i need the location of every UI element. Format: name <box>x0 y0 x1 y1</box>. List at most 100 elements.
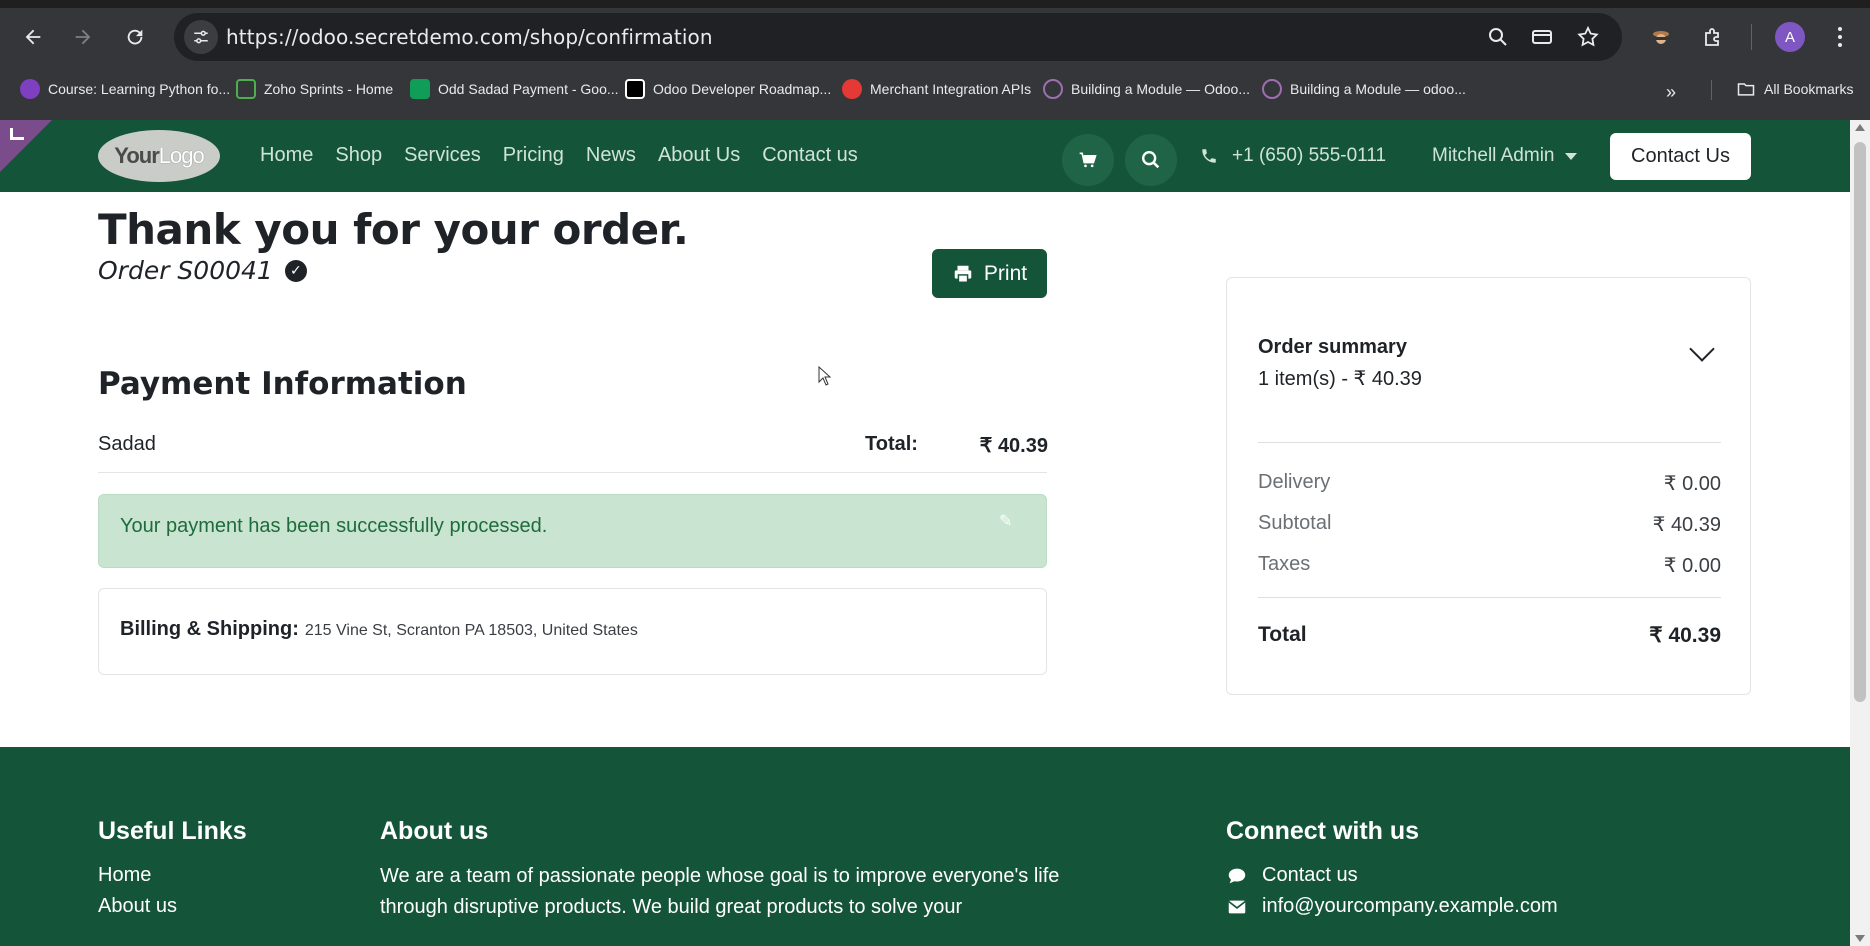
footer-link-about[interactable]: About us <box>98 895 177 918</box>
billing-shipping-text: Billing & Shipping: 215 Vine St, Scranton… <box>120 618 638 641</box>
bookmark-label: Merchant Integration APIs <box>870 81 1032 97</box>
reload-icon <box>127 29 143 45</box>
edit-mode-corner[interactable] <box>0 120 52 172</box>
zoom-icon[interactable] <box>1486 25 1510 49</box>
nav-about-us[interactable]: About Us <box>658 144 740 167</box>
summary-divider <box>1258 597 1721 598</box>
footer-email-link[interactable]: info@yourcompany.example.com <box>1226 895 1558 918</box>
cart-button[interactable] <box>1062 134 1114 186</box>
site-info-icon[interactable] <box>184 20 218 54</box>
phone-number: +1 (650) 555-0111 <box>1232 145 1387 166</box>
folder-icon <box>1737 83 1755 96</box>
page-title: Thank you for your order. <box>98 205 689 254</box>
bookmarks-divider <box>1711 80 1712 100</box>
chevron-down-icon[interactable] <box>1689 336 1715 362</box>
bookmark-star-icon[interactable] <box>1576 25 1600 49</box>
site-logo[interactable]: Your Logo <box>98 130 220 182</box>
bookmark-item[interactable]: Merchant Integration APIs <box>842 76 1031 102</box>
summary-row-value: ₹ 0.00 <box>1663 555 1721 577</box>
all-bookmarks-label: All Bookmarks <box>1764 81 1854 97</box>
bookmark-favicon-icon <box>625 79 645 99</box>
bookmark-item[interactable]: Building a Module — Odoo... <box>1043 76 1250 102</box>
all-bookmarks[interactable]: All Bookmarks <box>1736 76 1853 102</box>
envelope-icon <box>1228 900 1246 913</box>
contact-us-button[interactable]: Contact Us <box>1610 133 1751 180</box>
back-button[interactable] <box>16 20 50 54</box>
payment-success-alert: Your payment has been successfully proce… <box>98 494 1047 568</box>
summary-row-label: Subtotal <box>1258 512 1332 534</box>
main-nav: Home Shop Services Pricing News About Us… <box>260 144 880 167</box>
bookmark-label: Building a Module — odoo... <box>1290 81 1466 97</box>
print-button[interactable]: Print <box>932 249 1047 298</box>
footer-contact-link[interactable]: Contact us <box>1226 864 1358 887</box>
bookmark-label: Zoho Sprints - Home <box>264 81 394 97</box>
nav-home[interactable]: Home <box>260 144 313 167</box>
payment-total-value: ₹ 40.39 <box>979 435 1048 457</box>
billing-shipping-card: Billing & Shipping: 215 Vine St, Scranton… <box>98 588 1047 675</box>
site-footer: Useful Links Home About us About us We a… <box>0 747 1850 946</box>
bookmark-label: Odd Sadad Payment - Goo... <box>438 81 619 97</box>
bookmarks-overflow-icon[interactable]: » <box>1666 82 1676 103</box>
browser-chrome: https://odoo.secretdemo.com/shop/confirm… <box>0 0 1870 120</box>
bookmark-item[interactable]: Course: Learning Python fo... <box>20 76 230 102</box>
scroll-thumb[interactable] <box>1854 142 1866 702</box>
bookmark-label: Course: Learning Python fo... <box>48 81 231 97</box>
card-icon[interactable] <box>1530 25 1554 49</box>
printer-icon <box>954 265 972 283</box>
tab-strip <box>0 0 1870 8</box>
caret-down-icon <box>1564 152 1577 160</box>
url-text[interactable]: https://odoo.secretdemo.com/shop/confirm… <box>226 25 713 49</box>
search-icon <box>1142 151 1160 169</box>
forward-button[interactable] <box>66 20 100 54</box>
summary-row-value: ₹ 0.00 <box>1663 473 1721 495</box>
cart-icon <box>1079 152 1097 168</box>
about-text: We are a team of passionate people whose… <box>380 865 1060 918</box>
bookmarks-bar: Course: Learning Python fo... Zoho Sprin… <box>0 72 1870 106</box>
reload-button[interactable] <box>118 20 152 54</box>
summary-total-row: Total ₹ 40.39 <box>1258 623 1721 648</box>
bookmark-item[interactable]: Building a Module — odoo... <box>1262 76 1466 102</box>
divider <box>98 472 1047 473</box>
nav-news[interactable]: News <box>586 144 636 167</box>
summary-row-value: ₹ 40.39 <box>1652 514 1721 536</box>
phone-icon <box>1202 149 1216 163</box>
billing-address: 215 Vine St, Scranton PA 18503, United S… <box>304 622 638 639</box>
extension-spy-icon[interactable] <box>1644 20 1678 54</box>
order-summary-title[interactable]: Order summary <box>1258 336 1407 359</box>
address-bar[interactable]: https://odoo.secretdemo.com/shop/confirm… <box>174 13 1622 61</box>
extensions-puzzle-icon[interactable] <box>1696 20 1730 54</box>
nav-shop[interactable]: Shop <box>335 144 382 167</box>
summary-divider <box>1258 442 1721 443</box>
bookmark-label: Odoo Developer Roadmap... <box>653 81 832 97</box>
summary-row-taxes: Taxes ₹ 0.00 <box>1258 553 1721 578</box>
bookmark-item[interactable]: Odoo Developer Roadmap... <box>625 76 831 102</box>
header-phone[interactable]: +1 (650) 555-0111 <box>1200 145 1386 167</box>
pencil-icon[interactable]: ✎ <box>999 511 1012 531</box>
user-menu[interactable]: Mitchell Admin <box>1432 145 1577 167</box>
profile-avatar[interactable]: A <box>1775 22 1805 52</box>
bookmark-item[interactable]: Zoho Sprints - Home <box>236 76 393 102</box>
summary-row-label: Taxes <box>1258 553 1311 575</box>
bookmark-favicon-icon <box>1262 79 1282 99</box>
scroll-up-icon[interactable] <box>1855 124 1865 131</box>
logo-text-your: Your <box>114 143 159 168</box>
scroll-down-icon[interactable] <box>1855 935 1865 942</box>
nav-pricing[interactable]: Pricing <box>503 144 564 167</box>
nav-services[interactable]: Services <box>404 144 481 167</box>
bookmark-favicon-icon <box>410 79 430 99</box>
footer-link-home[interactable]: Home <box>98 864 151 887</box>
mouse-cursor-icon <box>818 366 832 386</box>
billing-label: Billing & Shipping: <box>120 618 299 640</box>
bookmark-favicon-icon <box>1043 79 1063 99</box>
site-header: Your Logo Home Shop Services Pricing News… <box>0 120 1850 192</box>
page-content: Your Logo Home Shop Services Pricing News… <box>0 120 1850 946</box>
alert-message: Your payment has been successfully proce… <box>120 515 548 537</box>
connect-heading: Connect with us <box>1226 817 1420 845</box>
browser-menu-icon[interactable] <box>1828 20 1852 54</box>
search-button[interactable] <box>1125 134 1177 186</box>
bookmark-favicon-icon <box>20 79 40 99</box>
user-name: Mitchell Admin <box>1432 145 1555 166</box>
bookmark-item[interactable]: Odd Sadad Payment - Goo... <box>410 76 619 102</box>
page-scrollbar[interactable] <box>1850 120 1870 946</box>
nav-contact-us[interactable]: Contact us <box>762 144 858 167</box>
